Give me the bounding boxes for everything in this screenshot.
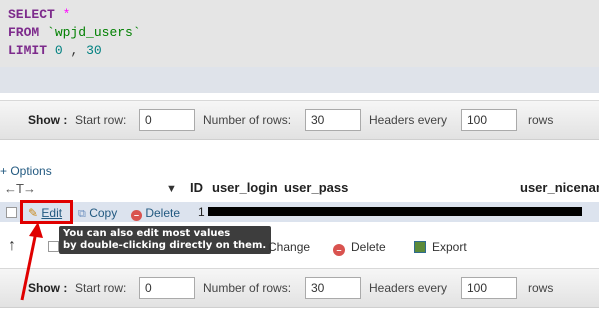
number-of-rows-label: Number of rows: bbox=[203, 113, 292, 127]
rows-label: rows bbox=[528, 113, 554, 127]
sql-toolbar-band bbox=[0, 67, 599, 93]
sql-query-box: SELECT * FROM `wpjd_users` LIMIT 0 , 30 bbox=[0, 0, 599, 93]
export-icon bbox=[414, 241, 426, 253]
show-label: Show : bbox=[28, 281, 68, 295]
headers-every-input[interactable] bbox=[461, 277, 517, 299]
options-link[interactable]: + Options bbox=[0, 164, 52, 178]
sort-dropdown-icon[interactable]: ▼ bbox=[166, 183, 177, 195]
number-of-rows-label: Number of rows: bbox=[203, 281, 292, 295]
delete-label: Delete bbox=[145, 206, 181, 220]
bulk-change-button[interactable]: Change bbox=[268, 240, 310, 254]
column-header-user-pass[interactable]: user_pass bbox=[284, 180, 348, 195]
sql-operator: * bbox=[62, 7, 71, 22]
with-selected-arrow-icon: ↑ bbox=[8, 237, 16, 254]
bulk-export-button[interactable]: Export bbox=[414, 240, 467, 254]
start-row-input[interactable] bbox=[139, 109, 195, 131]
tooltip-line-1: You can also edit most values bbox=[63, 228, 231, 239]
edit-tooltip: You can also edit most values by double-… bbox=[59, 226, 271, 254]
row-checkbox[interactable] bbox=[6, 207, 17, 218]
start-row-label: Start row: bbox=[75, 281, 127, 295]
start-row-input[interactable] bbox=[139, 277, 195, 299]
cell-id[interactable]: 1 bbox=[198, 205, 205, 219]
rows-label: rows bbox=[528, 281, 554, 295]
copy-icon: ⧉ bbox=[78, 208, 86, 220]
sql-limit-count: 30 bbox=[86, 43, 102, 58]
bulk-change-label: Change bbox=[268, 240, 311, 254]
check-all-checkbox[interactable] bbox=[48, 241, 59, 252]
tooltip-line-2: by double-clicking directly on them. bbox=[63, 240, 267, 251]
sql-keyword: FROM bbox=[8, 25, 40, 40]
show-label: Show : bbox=[28, 113, 68, 127]
headers-every-input[interactable] bbox=[461, 109, 517, 131]
start-row-label: Start row: bbox=[75, 113, 127, 127]
edit-highlight-box bbox=[20, 200, 73, 224]
sql-keyword: SELECT bbox=[8, 7, 55, 22]
copy-button[interactable]: ⧉ Copy bbox=[78, 206, 117, 221]
copy-label: Copy bbox=[89, 206, 118, 220]
delete-icon: – bbox=[131, 210, 142, 221]
number-of-rows-input[interactable] bbox=[305, 109, 361, 131]
headers-every-label: Headers every bbox=[369, 281, 448, 295]
number-of-rows-input[interactable] bbox=[305, 277, 361, 299]
redacted-data bbox=[208, 207, 582, 216]
delete-icon: – bbox=[333, 244, 345, 256]
sql-keyword: LIMIT bbox=[8, 43, 48, 58]
navigation-bar-bottom: Show : Start row: Number of rows: Header… bbox=[0, 268, 599, 308]
column-header-id[interactable]: ID bbox=[190, 180, 203, 195]
sql-limit-start: 0 bbox=[54, 43, 63, 58]
column-header-user-nicename[interactable]: user_nicenam bbox=[520, 180, 599, 195]
navigation-bar-top: Show : Start row: Number of rows: Header… bbox=[0, 100, 599, 140]
headers-every-label: Headers every bbox=[369, 113, 448, 127]
column-header-user-login[interactable]: user_login bbox=[212, 180, 278, 195]
bulk-delete-label: Delete bbox=[351, 240, 386, 254]
sql-table-name: `wpjd_users` bbox=[47, 25, 141, 40]
bulk-delete-button[interactable]: – Delete bbox=[333, 240, 386, 256]
delete-button[interactable]: – Delete bbox=[131, 206, 180, 221]
column-toggle-arrows-icon[interactable]: ←T→ bbox=[4, 181, 36, 196]
bulk-export-label: Export bbox=[432, 240, 467, 254]
sql-separator: , bbox=[70, 43, 79, 58]
